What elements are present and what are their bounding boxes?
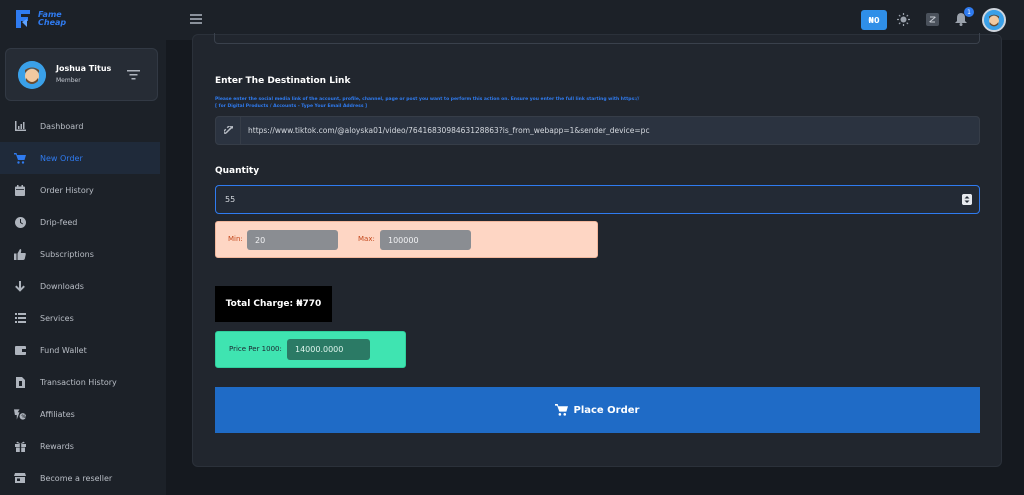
destination-link-label: Enter The Destination Link [215,76,351,86]
price-per-1000: Price Per 1000: 14000.0000 [215,331,406,368]
cart-icon [555,404,569,416]
cart-icon [14,152,26,164]
sidebar-item-transaction-history[interactable]: Transaction History [0,366,166,398]
sidebar-item-label: Services [40,313,74,323]
sidebar-item-label: Downloads [40,281,84,291]
logo-icon [16,10,30,28]
sidebar-nav: Dashboard New Order Order History Drip-f… [0,110,166,494]
sidebar-item-label: Subscriptions [40,249,94,259]
destination-help-line: [ for Digital Products / Accounts - Type… [215,104,368,109]
min-label: Min: [228,235,243,243]
sidebar-item-label: Fund Wallet [40,345,87,355]
quantity-label: Quantity [215,166,260,176]
svg-text:%: % [21,414,26,420]
max-label: Max: [358,235,375,243]
sidebar-item-label: Dashboard [40,121,84,131]
clock-icon [14,216,26,228]
brand-logo[interactable]: Fame Cheap [14,8,66,30]
gift-icon [14,440,26,452]
sidebar-item-dashboard[interactable]: Dashboard [0,110,166,142]
user-role: Member [56,77,81,84]
quantity-stepper-icon[interactable] [962,194,972,205]
sidebar-item-fund-wallet[interactable]: Fund Wallet [0,334,166,366]
sidebar-item-label: Become a reseller [40,473,113,483]
avatar[interactable] [18,61,46,89]
sidebar-item-drip-feed[interactable]: Drip-feed [0,206,166,238]
user-name: Joshua Titus [56,64,112,73]
menu-icon[interactable] [190,14,202,24]
sidebar-item-affiliates[interactable]: % Affiliates [0,398,166,430]
price-value: 14000.0000 [287,339,370,360]
place-order-button[interactable]: Place Order [215,387,980,433]
sun-icon[interactable] [896,12,910,26]
previous-field-bottom[interactable] [214,33,980,44]
sidebar-item-new-order[interactable]: New Order [0,142,160,174]
list-icon [14,312,26,324]
affiliates-icon: % [14,408,26,420]
sidebar-item-label: Order History [40,185,94,195]
store-icon [14,472,26,484]
destination-link-input[interactable] [241,117,979,144]
calendar-icon [14,184,26,196]
place-order-label: Place Order [573,404,640,416]
sidebar-item-label: New Order [40,153,83,163]
wallet-icon [14,344,26,356]
arrow-down-icon [14,280,26,292]
sidebar-item-order-history[interactable]: Order History [0,174,166,206]
destination-help-line: Please enter the social media link of th… [215,97,640,102]
chart-icon [14,120,26,132]
destination-link-group [215,116,980,145]
quantity-value: 55 [225,195,236,204]
sidebar-item-become-reseller[interactable]: Become a reseller [0,462,166,494]
user-card: Joshua Titus Member [5,48,158,101]
sidebar-item-subscriptions[interactable]: Subscriptions [0,238,166,270]
sidebar-item-label: Drip-feed [40,217,78,227]
total-charge: Total Charge: ₦770 [215,286,332,322]
brand-line2: Cheap [38,18,67,27]
sidebar-item-rewards[interactable]: Rewards [0,430,166,462]
min-value: 20 [247,230,338,250]
thumbs-up-icon [14,248,26,260]
file-icon [14,376,26,388]
avatar-face-icon [18,61,46,89]
notification-badge: 1 [964,7,974,17]
avatar[interactable] [982,8,1006,32]
currency-icon[interactable] [925,12,939,26]
quantity-limits: Min: 20 Max: 100000 [215,221,598,258]
link-icon [216,117,241,144]
sidebar-item-downloads[interactable]: Downloads [0,270,166,302]
sidebar-item-services[interactable]: Services [0,302,166,334]
max-value: 100000 [380,230,471,250]
filter-icon[interactable] [127,70,140,80]
new-order-form: Enter The Destination Link Please enter … [192,33,1002,467]
avatar-face-icon [984,10,1004,30]
quantity-input[interactable]: 55 [215,185,980,214]
price-label: Price Per 1000: [229,345,282,353]
sidebar-item-label: Transaction History [40,377,117,387]
sidebar-item-label: Affiliates [40,409,75,419]
destination-help-text: Please enter the social media link of th… [215,96,639,110]
sidebar-item-label: Rewards [40,441,74,451]
wallet-balance-button[interactable]: ₦0 [861,10,887,30]
sidebar: Fame Cheap Joshua Titus Member Dashboard [0,0,166,495]
